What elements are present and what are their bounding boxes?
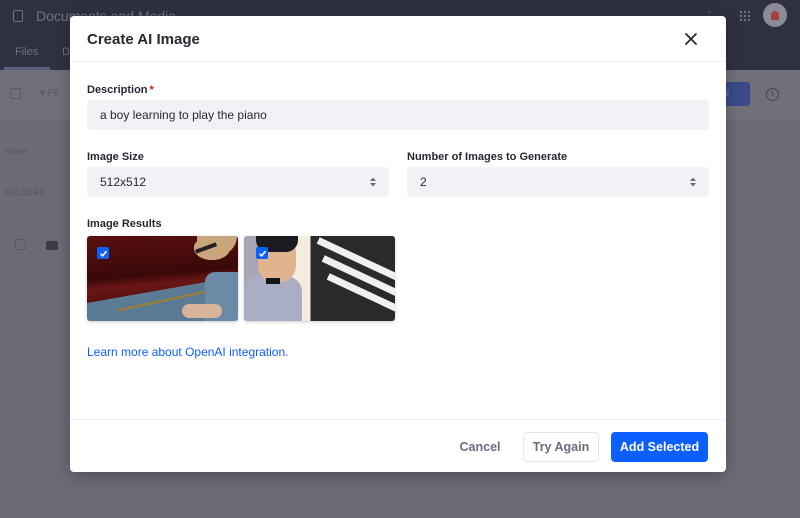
select-caret-icon bbox=[370, 177, 376, 187]
result-image-2-checkbox[interactable] bbox=[256, 247, 268, 259]
select-all-checkbox[interactable] bbox=[10, 88, 21, 99]
result-image-1[interactable] bbox=[87, 236, 238, 321]
result-image-1-checkbox[interactable] bbox=[97, 247, 109, 259]
image-detail bbox=[266, 278, 280, 284]
user-avatar-icon[interactable] bbox=[763, 3, 787, 27]
description-input[interactable]: a boy learning to play the piano bbox=[87, 100, 709, 130]
image-size-label: Image Size bbox=[87, 151, 144, 163]
close-icon bbox=[685, 33, 697, 45]
description-label-text: Description bbox=[87, 84, 148, 96]
required-marker: * bbox=[149, 84, 154, 96]
learn-more-link[interactable]: Learn more about OpenAI integration. bbox=[87, 345, 288, 359]
select-caret-icon bbox=[690, 177, 696, 187]
number-of-images-value: 2 bbox=[420, 175, 427, 189]
info-icon[interactable]: i bbox=[766, 88, 779, 101]
tab-files[interactable]: Files bbox=[15, 46, 38, 58]
image-size-select[interactable]: 512x512 bbox=[87, 167, 389, 197]
description-label: Description * bbox=[87, 84, 154, 96]
sidebar-folders-label: FOLDERS bbox=[5, 188, 45, 197]
result-image-2[interactable] bbox=[244, 236, 395, 321]
number-of-images-label: Number of Images to Generate bbox=[407, 151, 568, 163]
filter-label: Fil bbox=[47, 88, 59, 99]
apps-grid-icon[interactable] bbox=[739, 10, 750, 21]
image-results-label: Image Results bbox=[87, 218, 162, 230]
try-again-button[interactable]: Try Again bbox=[523, 432, 599, 462]
modal-footer: Cancel Try Again Add Selected bbox=[70, 419, 726, 472]
cancel-button[interactable]: Cancel bbox=[450, 432, 510, 462]
modal-title: Create AI Image bbox=[87, 31, 200, 48]
add-selected-button[interactable]: Add Selected bbox=[611, 432, 708, 462]
sidebar-toggle-icon[interactable] bbox=[13, 10, 23, 22]
number-of-images-select[interactable]: 2 bbox=[407, 167, 709, 197]
row-checkbox[interactable] bbox=[15, 239, 26, 250]
close-button[interactable] bbox=[682, 30, 700, 48]
sidebar-home-label: Home bbox=[5, 147, 28, 156]
image-size-value: 512x512 bbox=[100, 175, 147, 189]
modal-header: Create AI Image bbox=[70, 16, 726, 62]
create-ai-image-modal: Create AI Image Description * a boy learn… bbox=[70, 16, 726, 472]
image-detail bbox=[182, 304, 222, 318]
checkmark-icon bbox=[258, 250, 266, 257]
filter-button[interactable]: ▾ Fil bbox=[40, 88, 58, 99]
description-value: a boy learning to play the piano bbox=[100, 108, 267, 122]
tab-other[interactable]: D bbox=[62, 46, 70, 58]
checkmark-icon bbox=[99, 250, 107, 257]
folder-icon bbox=[46, 241, 58, 250]
